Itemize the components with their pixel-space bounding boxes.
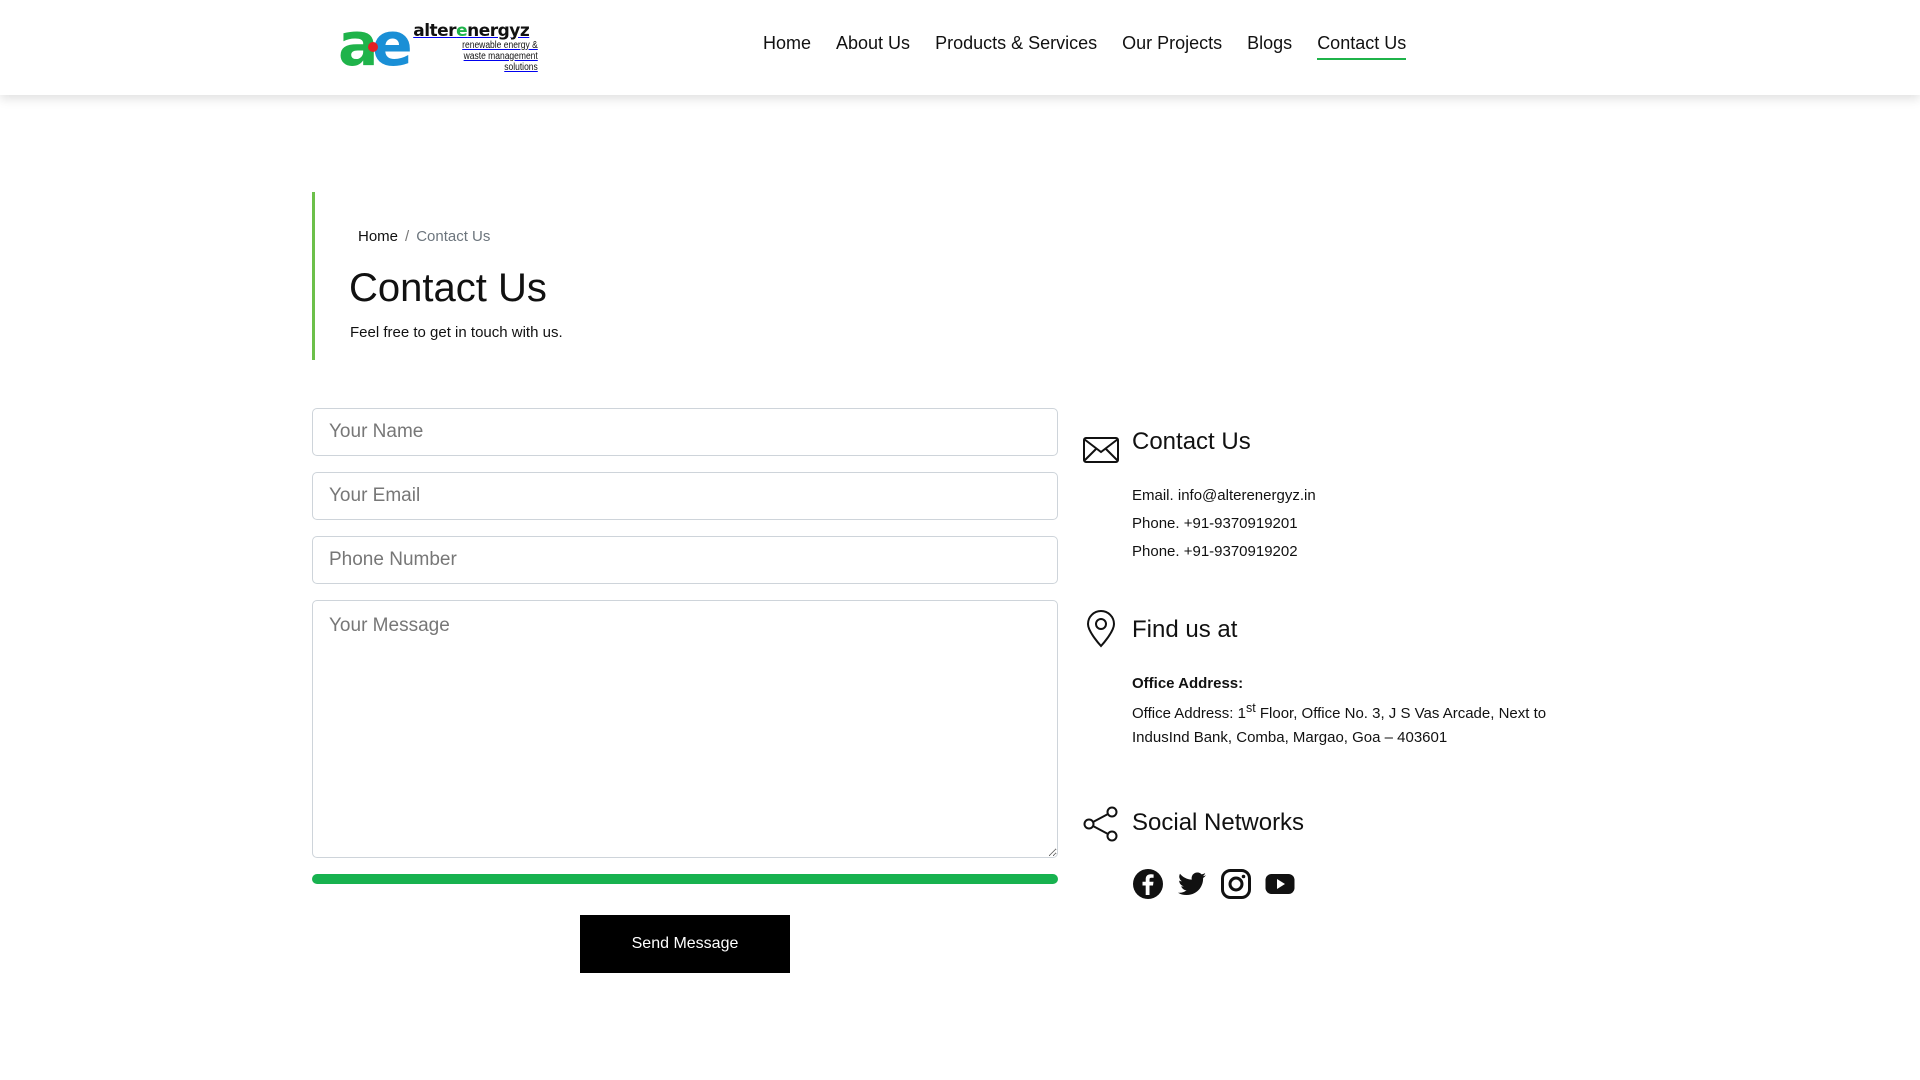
- nav-about-us[interactable]: About Us: [836, 30, 910, 60]
- page-subtitle: Feel free to get in touch with us.: [350, 324, 563, 341]
- phone-input[interactable]: [312, 536, 1058, 584]
- twitter-icon[interactable]: [1176, 868, 1208, 900]
- address-block: Office Address: Office Address: 1st Floo…: [1132, 672, 1592, 750]
- form-progress-fill: [312, 874, 1058, 884]
- logo-tagline-1: renewable energy &: [462, 39, 538, 51]
- nav-products-services[interactable]: Products & Services: [935, 30, 1097, 60]
- contact-lines: Email. info@alterenergyz.in Phone. +91-9…: [1132, 482, 1316, 566]
- social-links: [1132, 868, 1296, 900]
- facebook-icon[interactable]: [1132, 868, 1164, 900]
- send-message-button[interactable]: Send Message: [580, 915, 790, 973]
- phone-link-1[interactable]: +91-9370919201: [1184, 515, 1298, 532]
- page-title: Contact Us: [349, 266, 547, 310]
- phone-label-2: Phone.: [1132, 543, 1180, 560]
- breadcrumb: Home / Contact Us: [358, 228, 490, 245]
- office-address: Office Address: 1st Floor, Office No. 3,…: [1132, 701, 1547, 746]
- nav-home[interactable]: Home: [763, 30, 811, 60]
- office-address-label: Office Address:: [1132, 675, 1244, 692]
- youtube-icon[interactable]: [1264, 868, 1296, 900]
- logo-brand: alterenergyz: [413, 20, 530, 41]
- share-icon: [1083, 806, 1118, 842]
- site-header: ae alterenergyz renewable energy & waste…: [0, 0, 1920, 95]
- email-input[interactable]: [312, 472, 1058, 520]
- instagram-icon[interactable]: [1220, 868, 1252, 900]
- email-line: Email. info@alterenergyz.in: [1132, 482, 1316, 510]
- logo-text: alterenergyz renewable energy & waste ma…: [413, 22, 538, 73]
- breadcrumb-home[interactable]: Home: [358, 228, 398, 245]
- nav-blogs[interactable]: Blogs: [1247, 30, 1292, 60]
- contact-heading: Contact Us: [1132, 428, 1251, 455]
- email-link[interactable]: info@alterenergyz.in: [1178, 487, 1316, 504]
- nav-contact-us[interactable]: Contact Us: [1317, 30, 1407, 60]
- map-pin-icon: [1086, 610, 1116, 648]
- logo-mark-icon: ae: [338, 10, 413, 80]
- main-nav: Home About Us Products & Services Our Pr…: [763, 30, 1431, 60]
- contact-form: Send Message: [312, 408, 1058, 973]
- social-heading: Social Networks: [1132, 809, 1305, 836]
- phone-link-2[interactable]: +91-9370919202: [1184, 543, 1298, 560]
- email-label: Email.: [1132, 487, 1174, 504]
- site-logo[interactable]: ae alterenergyz renewable energy & waste…: [338, 10, 538, 80]
- phone-line-1: Phone. +91-9370919201: [1132, 510, 1316, 538]
- name-input[interactable]: [312, 408, 1058, 456]
- location-heading: Find us at: [1132, 616, 1238, 643]
- logo-tagline-2: waste management solutions: [463, 50, 538, 73]
- phone-line-2: Phone. +91-9370919202: [1132, 538, 1316, 566]
- page-title-block: Home / Contact Us Contact Us Feel free to …: [312, 192, 912, 360]
- envelope-icon: [1083, 437, 1119, 463]
- form-progress-bar: [312, 874, 1058, 884]
- nav-our-projects[interactable]: Our Projects: [1122, 30, 1222, 60]
- breadcrumb-current: Contact Us: [416, 228, 491, 245]
- phone-label-1: Phone.: [1132, 515, 1180, 532]
- message-textarea[interactable]: [312, 600, 1058, 858]
- breadcrumb-separator: /: [405, 228, 410, 245]
